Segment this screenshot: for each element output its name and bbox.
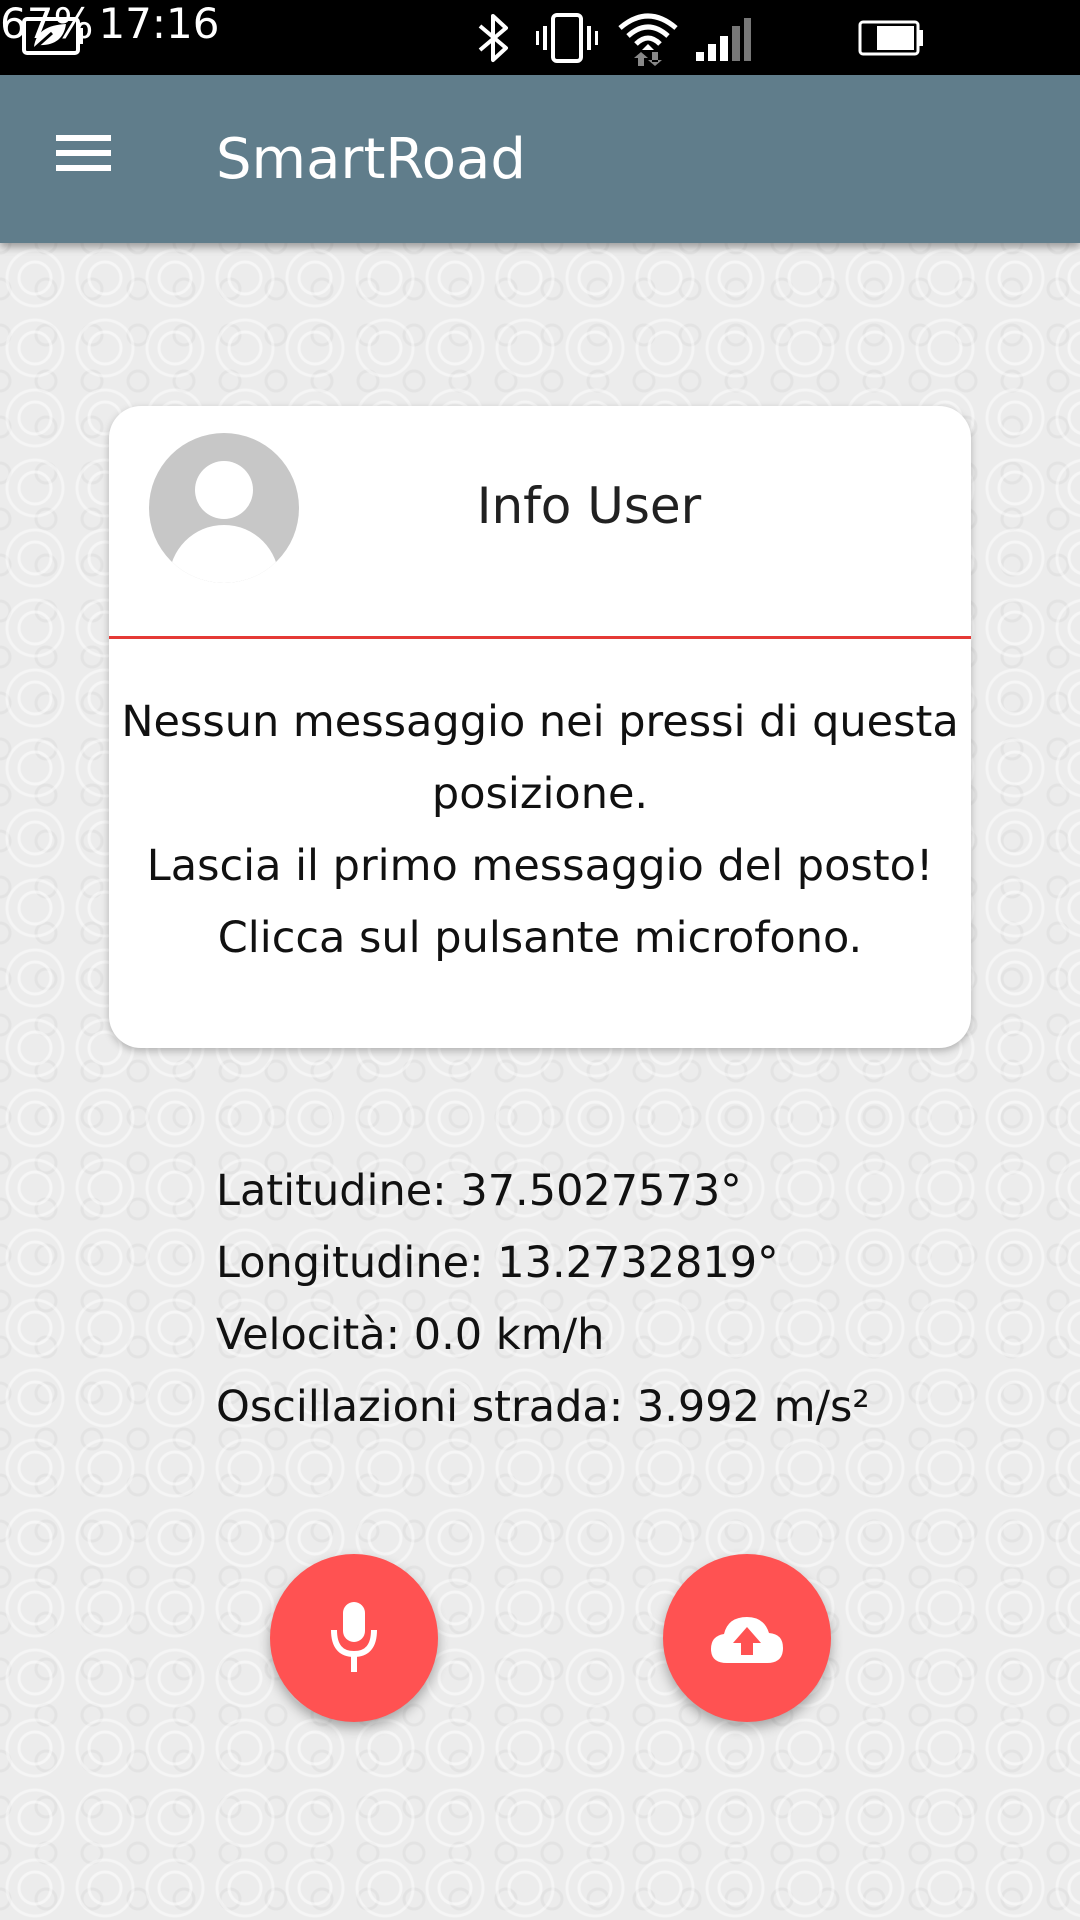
cloud-upload-icon: [711, 1617, 783, 1663]
leaf-battery-saver-icon: [22, 15, 84, 57]
vibrate-icon: [535, 12, 599, 64]
message-line: posizione.: [431, 769, 649, 819]
record-message-button[interactable]: [270, 1554, 438, 1722]
speed-text: Velocità: 0.0 km/h: [216, 1310, 605, 1360]
card-title: Info User: [476, 477, 702, 535]
status-clock: 17:16: [98, 0, 220, 48]
status-bar: 67% 17:16: [0, 0, 1080, 75]
card-message: Nessun messaggio nei pressi di questa po…: [109, 686, 971, 974]
app-title: SmartRoad: [216, 127, 526, 192]
info-user-card: Info User Nessun messaggio nei pressi di…: [109, 406, 971, 1048]
wifi-icon: [616, 8, 680, 68]
app-toolbar: SmartRoad: [0, 75, 1080, 243]
latitude-text: Latitudine: 37.5027573°: [216, 1166, 742, 1216]
message-line: Nessun messaggio nei pressi di questa: [121, 697, 959, 747]
microphone-icon: [331, 1602, 377, 1672]
message-line: Lascia il primo messaggio del posto!: [146, 841, 934, 891]
card-divider: [109, 636, 971, 639]
upload-button[interactable]: [663, 1554, 831, 1722]
signal-icon: [694, 16, 752, 62]
battery-icon: [858, 20, 924, 56]
bluetooth-icon: [474, 12, 514, 64]
hamburger-menu-icon[interactable]: [40, 119, 128, 199]
user-avatar-icon[interactable]: [149, 433, 299, 583]
longitude-text: Longitudine: 13.2732819°: [216, 1238, 779, 1288]
message-line: Clicca sul pulsante microfono.: [217, 913, 863, 963]
location-info: Latitudine: 37.5027573° Longitudine: 13.…: [216, 1155, 870, 1443]
road-oscillations-text: Oscillazioni strada: 3.992 m/s²: [216, 1382, 870, 1432]
